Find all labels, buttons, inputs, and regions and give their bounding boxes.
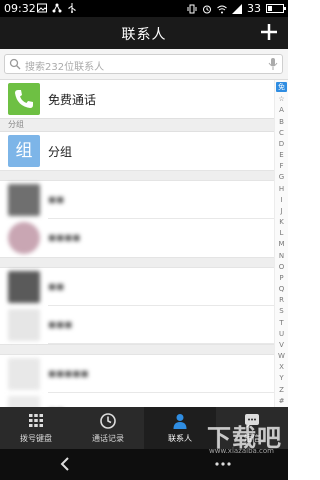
index-letter[interactable]: D — [279, 140, 284, 148]
index-letter[interactable]: P — [279, 274, 283, 282]
index-letter[interactable]: B — [279, 118, 284, 126]
alarm-icon — [203, 5, 211, 13]
wifi-icon — [217, 5, 227, 13]
alphabet-index[interactable]: 免 ☆ A B C D E F G H I J K L M N O P Q R S T U V W X Y Z # — [274, 80, 288, 407]
battery-percent: 33 — [247, 2, 261, 15]
tab-label: 通话记录 — [92, 434, 124, 443]
person-icon — [173, 414, 187, 429]
list-item[interactable]: ▪▪ — [0, 181, 274, 219]
phone-avatar — [8, 83, 40, 115]
index-letter[interactable]: L — [280, 229, 284, 237]
index-letter[interactable]: T — [279, 319, 283, 327]
index-letter[interactable]: A — [279, 106, 284, 114]
contact-list[interactable]: 免费通话 分组 组 分组 ▪▪ ▪▪▪▪ ▪▪ ▪▪▪ ▪▪▪▪▪ ▪▪ — [0, 80, 274, 407]
avatar — [8, 271, 40, 303]
avatar — [8, 222, 40, 254]
search-icon — [9, 58, 21, 70]
microphone-icon[interactable] — [268, 57, 278, 71]
section-divider — [0, 170, 274, 181]
battery-icon — [266, 4, 286, 13]
index-letter[interactable]: Z — [279, 386, 284, 394]
list-item[interactable]: ▪▪▪ — [0, 306, 274, 344]
index-letter[interactable]: M — [278, 240, 284, 248]
list-item[interactable]: ▪▪▪▪ — [0, 219, 274, 257]
search-input[interactable]: 搜索232位联系人 — [4, 54, 283, 74]
signal-icon — [232, 3, 242, 14]
contact-name-blurred: ▪▪ — [48, 279, 65, 293]
add-contact-button[interactable] — [258, 21, 280, 43]
group-row[interactable]: 组 分组 — [0, 132, 274, 170]
watermark-url: www.xiazaiba.com — [209, 447, 274, 455]
contact-name-blurred: ▪▪▪▪▪ — [48, 366, 89, 380]
status-bar: 09:32 33 — [0, 0, 288, 17]
tab-label: 拨号键盘 — [20, 434, 52, 443]
status-time: 09:32 — [4, 2, 36, 15]
tab-call-log[interactable]: 通话记录 — [72, 407, 144, 449]
index-letter[interactable]: E — [279, 151, 283, 159]
free-badge[interactable]: 免 — [276, 82, 287, 92]
index-letter[interactable]: Y — [279, 374, 283, 382]
usb-icon — [68, 3, 76, 13]
page-title: 联系人 — [121, 27, 167, 43]
contact-name-blurred: ▪▪▪ — [48, 317, 73, 331]
clock-icon — [100, 413, 116, 429]
share-notification-icon — [52, 3, 62, 13]
phone-icon — [15, 90, 33, 108]
menu-dots-button[interactable] — [214, 460, 232, 468]
free-call-label: 免费通话 — [48, 93, 97, 107]
index-letter[interactable]: V — [279, 341, 284, 349]
index-letter[interactable]: R — [279, 296, 284, 304]
index-letter[interactable]: F — [279, 162, 283, 170]
avatar — [8, 396, 40, 407]
contact-name-blurred: ▪▪▪▪ — [48, 230, 81, 244]
index-letter[interactable]: O — [279, 263, 285, 271]
index-letter[interactable]: I — [280, 196, 282, 204]
list-item[interactable]: ▪▪▪▪▪ — [0, 355, 274, 393]
tab-label: 联系人 — [168, 434, 192, 443]
contact-name-blurred: ▪▪ — [48, 192, 65, 206]
app-header: 联系人 — [0, 17, 288, 49]
list-item[interactable]: ▪▪ — [0, 393, 274, 407]
dialpad-icon — [29, 414, 43, 427]
index-letter[interactable]: X — [279, 363, 284, 371]
index-letter[interactable]: J — [280, 207, 282, 215]
index-letter[interactable]: C — [279, 129, 284, 137]
index-letter[interactable]: S — [279, 307, 283, 315]
index-letter[interactable]: # — [279, 397, 285, 405]
vibrate-icon — [187, 4, 197, 13]
free-call-row[interactable]: 免费通话 — [0, 80, 274, 118]
avatar — [8, 358, 40, 390]
back-button[interactable] — [57, 456, 73, 472]
image-notification-icon — [37, 3, 47, 13]
index-letter[interactable]: G — [279, 173, 284, 181]
section-divider — [0, 344, 274, 355]
group-label: 分组 — [48, 145, 73, 159]
index-letter[interactable]: H — [279, 185, 284, 193]
group-avatar: 组 — [8, 135, 40, 167]
tab-contacts[interactable]: 联系人 — [144, 407, 216, 449]
index-letter[interactable]: U — [279, 330, 284, 338]
index-letter[interactable]: K — [279, 218, 284, 226]
index-letter[interactable]: N — [279, 252, 284, 260]
section-divider — [0, 257, 274, 268]
section-header-group: 分组 — [0, 118, 274, 132]
avatar — [8, 309, 40, 341]
search-placeholder: 搜索232位联系人 — [25, 62, 105, 73]
list-item[interactable]: ▪▪ — [0, 268, 274, 306]
index-letter[interactable]: ☆ — [278, 95, 284, 103]
tab-dialpad[interactable]: 拨号键盘 — [0, 407, 72, 449]
search-bar: 搜索232位联系人 — [0, 49, 288, 80]
index-letter[interactable]: Q — [279, 285, 285, 293]
avatar — [8, 184, 40, 216]
index-letter[interactable]: W — [278, 352, 285, 360]
